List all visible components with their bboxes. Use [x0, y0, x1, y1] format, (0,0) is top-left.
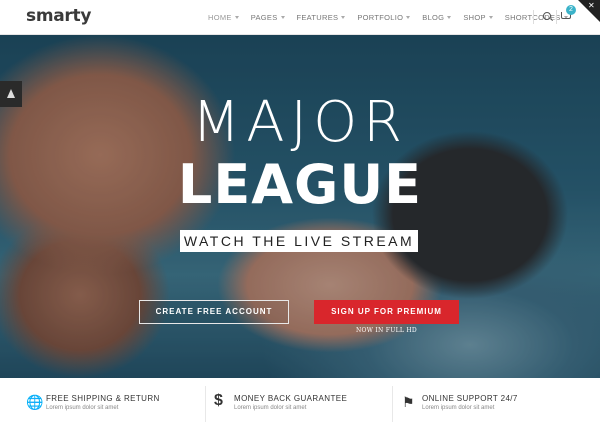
feature-text: Lorem ipsum dolor sit amet [422, 405, 495, 411]
hero-title-line1: MAJOR [191, 90, 409, 155]
dollar-icon: $ [214, 392, 223, 409]
nav-home[interactable]: HOME [208, 13, 239, 22]
divider [556, 10, 557, 24]
divider [205, 386, 206, 422]
logo[interactable]: smarty [26, 6, 91, 26]
search-icon[interactable] [543, 12, 551, 20]
flag-icon: ⚑ [402, 394, 415, 410]
nav-blog-label: BLOG [422, 12, 445, 22]
feature-text: Lorem ipsum dolor sit amet [234, 405, 307, 411]
globe-icon: 🌐 [26, 394, 44, 410]
chevron-down-icon [488, 15, 493, 19]
cart-count-badge: 2 [566, 5, 576, 15]
divider [533, 10, 534, 24]
divider [392, 386, 393, 422]
signup-premium-button[interactable]: SIGN UP FOR PREMIUM [314, 300, 459, 324]
nav-home-label: HOME [208, 12, 232, 22]
hero-title-line2: LEAGUE [177, 153, 423, 216]
style-switcher-tab[interactable] [0, 81, 22, 107]
chevron-down-icon [280, 15, 285, 19]
hero-note: NOW IN FULL HD [355, 327, 418, 334]
nav-shortcodes[interactable]: SHORTCODES [505, 13, 568, 22]
nav-pages-label: PAGES [250, 12, 278, 22]
close-icon[interactable]: ✕ [588, 1, 595, 10]
nav-features-label: FEATURES [296, 12, 339, 22]
top-navbar: smarty HOME PAGES FEATURES PORTFOLIO BLO… [0, 0, 600, 35]
chevron-down-icon [234, 15, 239, 19]
feature-title: MONEY BACK GUARANTEE [234, 394, 348, 403]
hero-banner: MAJOR LEAGUE WATCH THE LIVE STREAM CREAT… [0, 35, 600, 378]
main-nav: HOME PAGES FEATURES PORTFOLIO BLOG SHOP … [208, 0, 580, 34]
feature-title: ONLINE SUPPORT 24/7 [422, 394, 518, 403]
features-bar: 🌐 FREE SHIPPING & RETURN Lorem ipsum dol… [0, 378, 600, 430]
create-account-button[interactable]: CREATE FREE ACCOUNT [139, 300, 289, 324]
hero-subtitle: WATCH THE LIVE STREAM [180, 230, 418, 252]
nav-features[interactable]: FEATURES [297, 13, 346, 22]
nav-portfolio-label: PORTFOLIO [357, 12, 404, 22]
nav-blog[interactable]: BLOG [422, 12, 452, 22]
feature-title: FREE SHIPPING & RETURN [46, 394, 160, 403]
nav-pages[interactable]: PAGES [251, 13, 285, 22]
nav-shop-label: SHOP [463, 12, 486, 22]
chevron-down-icon [341, 15, 346, 19]
nav-portfolio[interactable]: PORTFOLIO [357, 12, 411, 22]
chevron-down-icon [447, 15, 452, 19]
feature-text: Lorem ipsum dolor sit amet [46, 405, 119, 411]
chevron-down-icon [406, 15, 411, 19]
nav-shop[interactable]: SHOP [463, 12, 493, 22]
